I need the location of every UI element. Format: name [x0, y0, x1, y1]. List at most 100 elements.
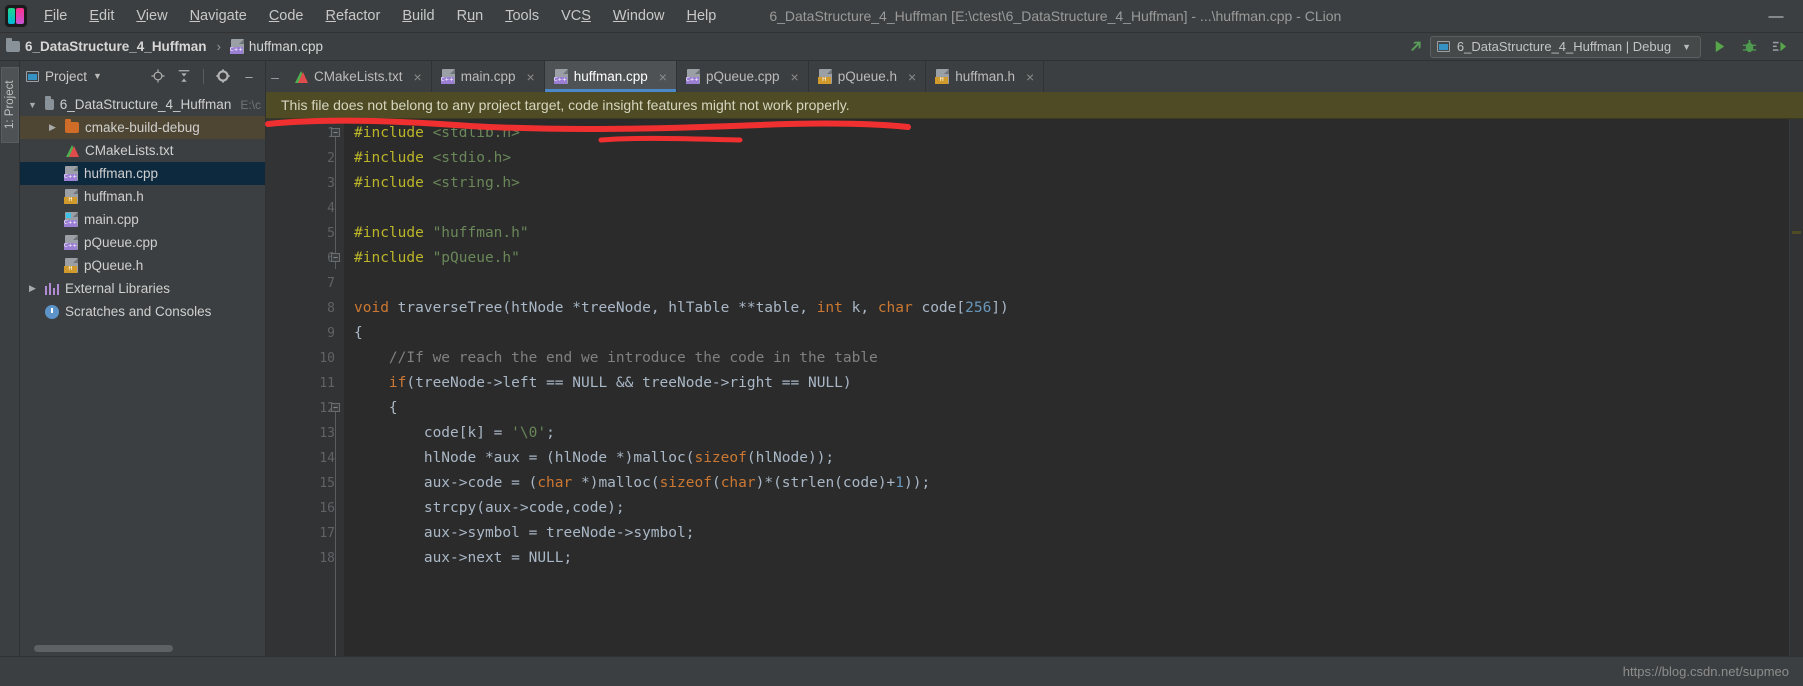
fold-marker-icon[interactable]: −	[331, 403, 340, 412]
chevron-down-icon[interactable]: ▼	[26, 100, 39, 110]
tree-item-huffman-cpp[interactable]: C++ huffman.cpp	[20, 162, 265, 185]
configuration-icon	[1436, 41, 1450, 52]
hide-editor-icon[interactable]: –	[266, 61, 284, 92]
chevron-down-icon: ▼	[1682, 41, 1691, 52]
collapse-all-icon[interactable]	[174, 66, 194, 86]
breadcrumb-file[interactable]: huffman.cpp	[249, 39, 323, 54]
hide-panel-icon[interactable]: –	[239, 66, 259, 86]
chevron-right-icon[interactable]: ▶	[26, 283, 39, 294]
project-panel-header: Project ▼ –	[20, 61, 265, 91]
code-line: code[k] = '\0';	[344, 421, 1803, 446]
folder-icon	[45, 96, 54, 110]
fold-marker-icon[interactable]: −	[331, 128, 340, 137]
navbar-actions: ➔ 6_DataStructure_4_Huffman | Debug ▼	[1404, 34, 1803, 59]
tree-item-scratches[interactable]: Scratches and Consoles	[20, 300, 265, 323]
menu-item-navigate[interactable]: Navigate	[179, 5, 258, 27]
menu-item-edit[interactable]: Edit	[78, 5, 125, 27]
menu-item-tools[interactable]: Tools	[494, 5, 550, 27]
tree-item-main-cpp[interactable]: C++ main.cpp	[20, 208, 265, 231]
code-token: k,	[842, 300, 878, 316]
project-panel-title: Project	[45, 68, 88, 84]
minimize-button[interactable]: —	[1759, 3, 1793, 29]
code-token: aux->code = (	[354, 475, 538, 491]
line-number-gutter[interactable]: − − − 123456789101112131415161718	[266, 119, 344, 657]
tab-pqueue-cpp[interactable]: C++ pQueue.cpp ×	[677, 61, 809, 92]
editor-right-gutter[interactable]	[1789, 119, 1803, 656]
line-number: 16	[319, 501, 335, 516]
code-token: strcpy(aux->code,code);	[354, 500, 625, 516]
watermark-url: https://blog.csdn.net/supmeo	[1622, 664, 1789, 679]
code-token: if	[388, 375, 407, 391]
tree-item-label: pQueue.h	[84, 258, 144, 273]
breadcrumb-project[interactable]: 6_DataStructure_4_Huffman	[25, 39, 207, 54]
code-token: #include	[354, 175, 433, 191]
code-token: (hlNode));	[746, 450, 835, 466]
scratches-icon	[45, 304, 59, 319]
locate-icon[interactable]	[148, 66, 168, 86]
run-with-coverage-icon[interactable]	[1767, 35, 1791, 59]
tree-item-cmakelists[interactable]: CMakeLists.txt	[20, 139, 265, 162]
menu-item-help[interactable]: Help	[675, 5, 727, 27]
close-icon[interactable]: ×	[659, 69, 667, 85]
code-token: #include	[354, 125, 433, 141]
tab-huffman-h[interactable]: H huffman.h ×	[926, 61, 1045, 92]
code-line: if(treeNode->left == NULL && treeNode->r…	[344, 371, 1803, 396]
run-icon[interactable]	[1707, 35, 1731, 59]
code-token: <stdlib.h>	[432, 125, 520, 141]
code-token: (	[711, 475, 721, 491]
close-icon[interactable]: ×	[1026, 69, 1034, 85]
chevron-right-icon[interactable]: ▶	[46, 122, 59, 133]
menu-item-vcs[interactable]: VCS	[550, 5, 602, 27]
tree-item-pqueue-cpp[interactable]: C++ pQueue.cpp	[20, 231, 265, 254]
title-bar: File Edit View Navigate Code Refactor Bu…	[0, 0, 1803, 33]
tab-cmakelists-txt[interactable]: CMakeLists.txt ×	[284, 61, 432, 92]
code-token: *)malloc(	[572, 475, 660, 491]
update-project-icon[interactable]: ➔	[1404, 34, 1428, 58]
close-icon[interactable]: ×	[791, 69, 799, 85]
sidebar-item-project-tab[interactable]: 1: Project	[1, 67, 19, 143]
line-number: 17	[319, 526, 335, 541]
menu-item-view[interactable]: View	[125, 5, 178, 27]
tab-pqueue-h[interactable]: H pQueue.h ×	[809, 61, 927, 92]
code-token: <string.h>	[432, 175, 520, 191]
cpp-file-icon: C++	[229, 39, 244, 54]
settings-gear-icon[interactable]	[213, 66, 233, 86]
tree-item-huffman-h[interactable]: H huffman.h	[20, 185, 265, 208]
line-number: 7	[327, 276, 335, 291]
fold-marker-icon[interactable]: −	[331, 253, 340, 262]
tree-item-label: Scratches and Consoles	[65, 304, 212, 319]
chevron-down-icon[interactable]: ▼	[93, 71, 102, 81]
code-editor[interactable]: − − − 123456789101112131415161718 #inclu…	[266, 119, 1803, 657]
close-icon[interactable]: ×	[414, 69, 422, 85]
code-token: traverseTree(htNode *treeNode, hlTable *…	[397, 300, 817, 316]
tab-huffman-cpp[interactable]: C++ huffman.cpp ×	[544, 61, 677, 92]
debug-icon[interactable]	[1737, 35, 1761, 59]
menu-item-run[interactable]: Run	[446, 5, 495, 27]
line-number: 18	[319, 551, 335, 566]
code-token: 1	[895, 475, 905, 491]
run-configuration-selector[interactable]: 6_DataStructure_4_Huffman | Debug ▼	[1429, 35, 1701, 58]
code-token: code[k] =	[354, 425, 512, 441]
tree-item-pqueue-h[interactable]: H pQueue.h	[20, 254, 265, 277]
cpp-file-icon: C++	[553, 69, 568, 84]
close-icon[interactable]: ×	[527, 69, 535, 85]
code-token: //If we reach the end we introduce the c…	[354, 350, 878, 366]
menu-item-file[interactable]: File	[33, 5, 78, 27]
code-token: sizeof	[659, 475, 712, 491]
tree-item-path: E:\c	[240, 97, 261, 112]
project-panel-scrollbar[interactable]	[20, 642, 265, 656]
menu-item-code[interactable]: Code	[258, 5, 315, 27]
menu-item-refactor[interactable]: Refactor	[315, 5, 392, 27]
tree-item-project-root[interactable]: ▼ 6_DataStructure_4_Huffman E:\c	[20, 93, 265, 116]
line-number: 3	[327, 176, 335, 191]
tab-label: pQueue.h	[837, 69, 897, 84]
code-content[interactable]: #include <stdlib.h> #include <stdio.h> #in…	[344, 119, 1803, 656]
tree-item-external-libraries[interactable]: ▶ External Libraries	[20, 277, 265, 300]
menu-item-build[interactable]: Build	[391, 5, 445, 27]
line-number: 10	[319, 351, 335, 366]
close-icon[interactable]: ×	[908, 69, 916, 85]
menu-item-window[interactable]: Window	[602, 5, 676, 27]
tab-main-cpp[interactable]: C++ main.cpp ×	[432, 61, 545, 92]
tree-item-cmake-build-debug[interactable]: ▶ cmake-build-debug	[20, 116, 265, 139]
